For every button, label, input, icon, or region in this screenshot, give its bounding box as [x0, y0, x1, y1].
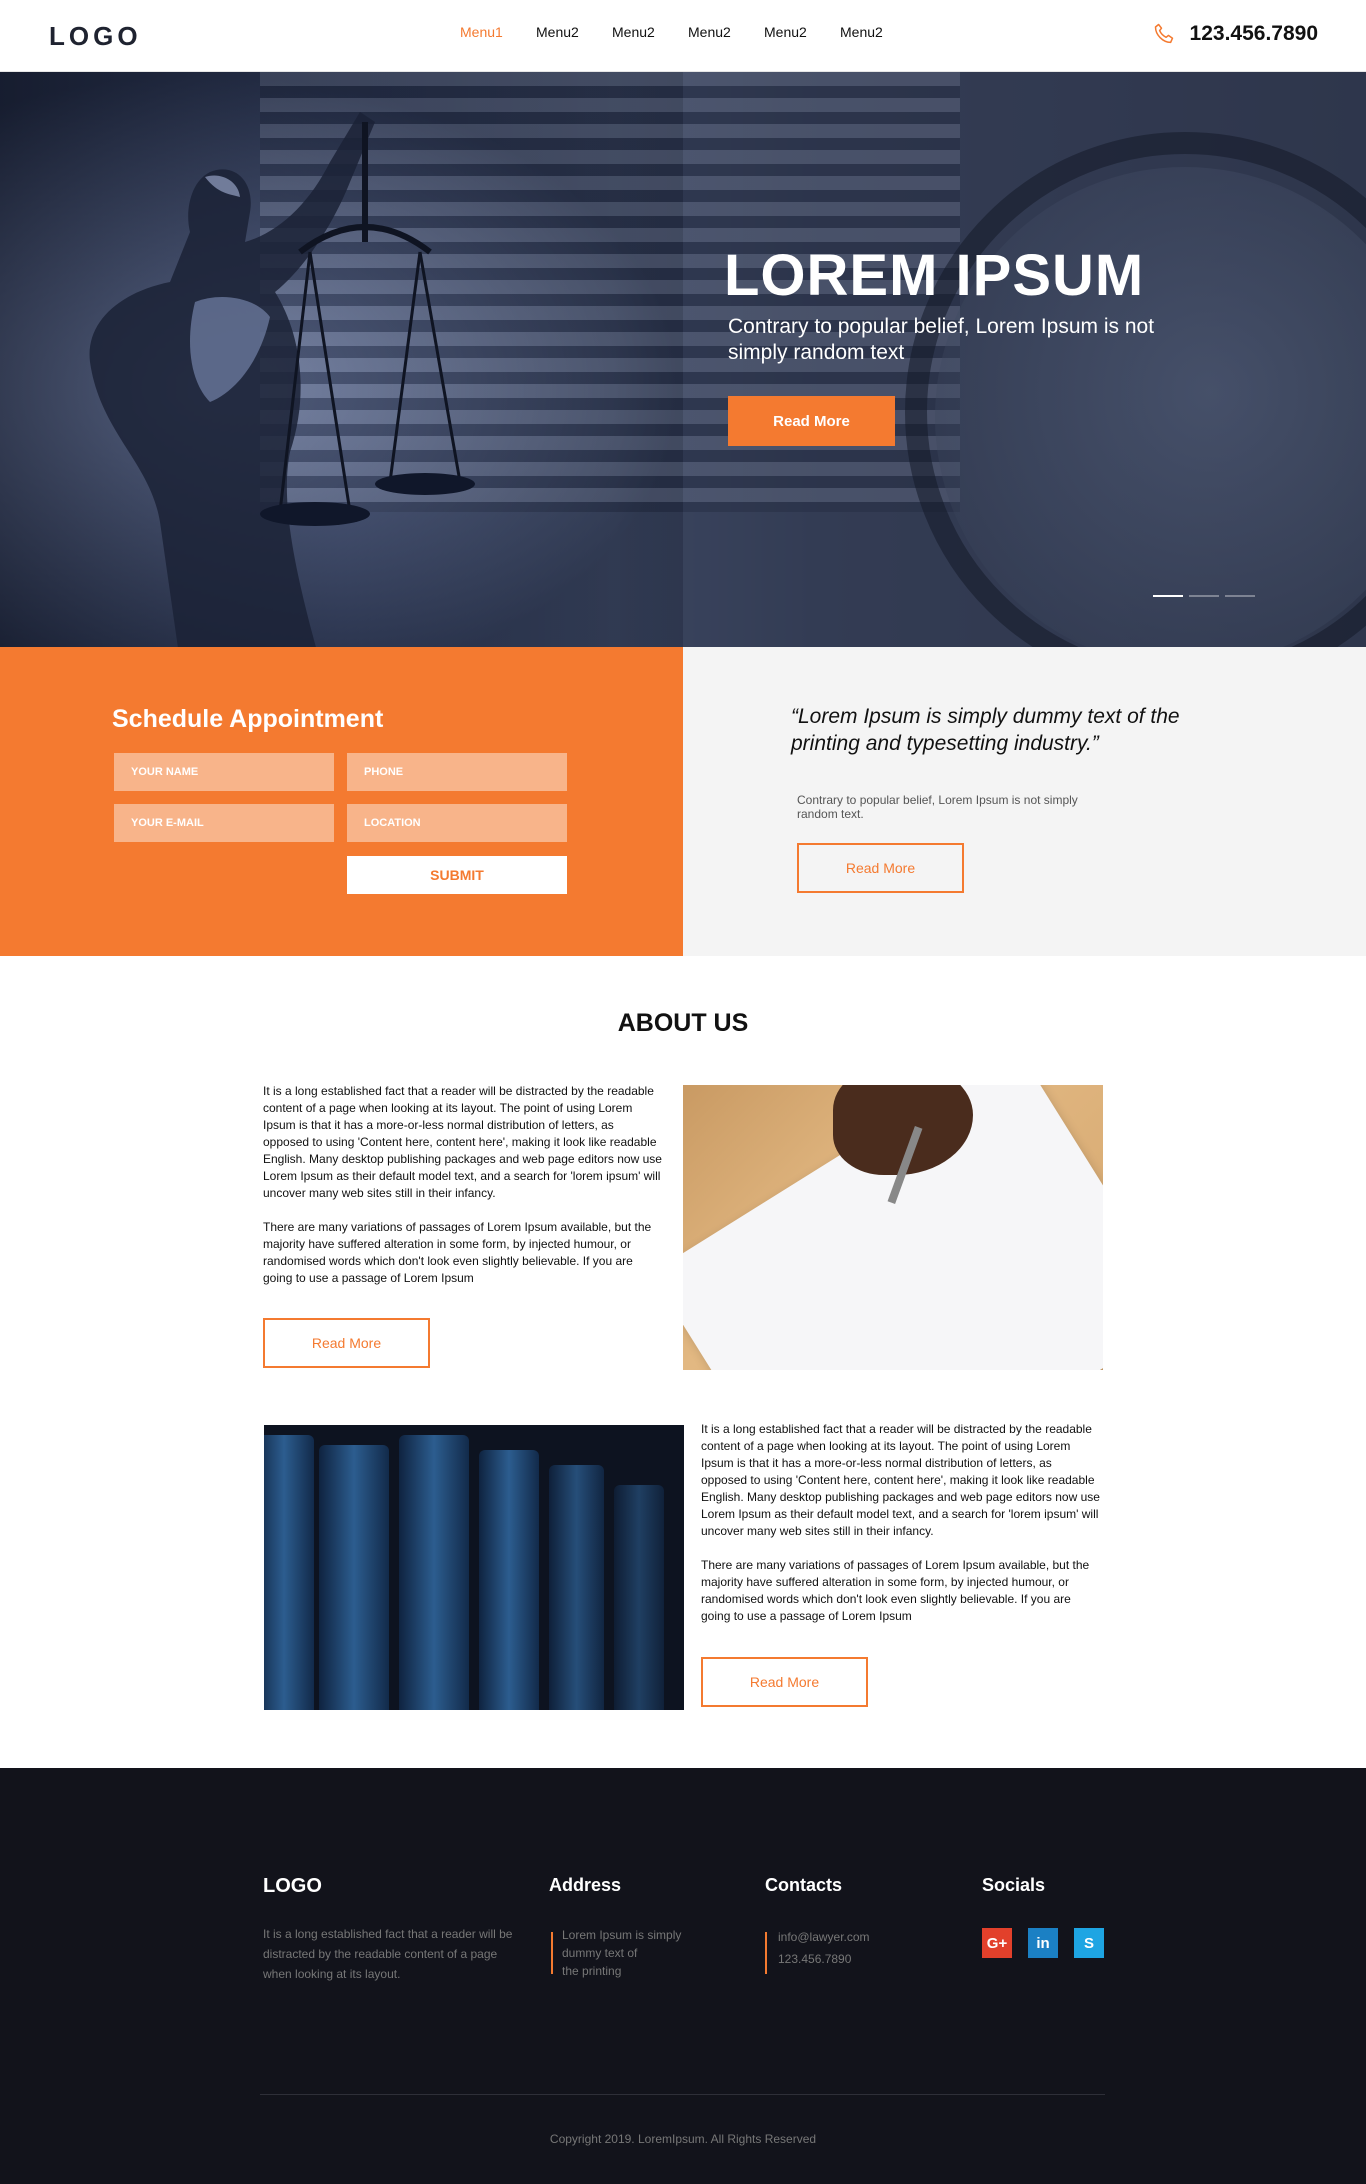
nav-item-menu5[interactable]: Menu2 — [764, 24, 840, 40]
footer-email[interactable]: info@lawyer.com — [778, 1926, 870, 1948]
submit-button[interactable]: SUBMIT — [347, 856, 567, 894]
nav-item-menu1[interactable]: Menu1 — [460, 24, 536, 40]
nav-item-menu6[interactable]: Menu2 — [840, 24, 916, 40]
about-text-1-p2: There are many variations of passages of… — [263, 1220, 652, 1285]
slider-dot-2[interactable] — [1189, 595, 1219, 597]
main-nav: Menu1 Menu2 Menu2 Menu2 Menu2 Menu2 — [460, 24, 916, 40]
google-plus-icon[interactable]: G+ — [982, 1928, 1012, 1958]
header-phone[interactable]: 123.456.7890 — [1152, 22, 1318, 46]
book-spine — [614, 1485, 664, 1710]
hero-read-more-button[interactable]: Read More — [728, 396, 895, 446]
phone-field[interactable] — [347, 753, 567, 791]
footer-socials-title: Socials — [982, 1875, 1046, 1895]
linkedin-icon[interactable]: in — [1028, 1928, 1058, 1958]
about-text-2-p1: It is a long established fact that a rea… — [701, 1422, 1100, 1538]
hero-subtitle: Contrary to popular belief, Lorem Ipsum … — [728, 315, 1155, 364]
book-spine — [479, 1450, 539, 1710]
footer-divider — [260, 2094, 1105, 2095]
book-spine — [264, 1435, 314, 1710]
address-line-1: Lorem Ipsum is simply — [562, 1928, 682, 1942]
hero-slider: LOREM IPSUM Contrary to popular belief, … — [0, 72, 1366, 647]
book-spine — [319, 1445, 389, 1710]
header-phone-number: 123.456.7890 — [1189, 22, 1318, 45]
quote-read-more-button[interactable]: Read More — [797, 843, 964, 893]
quote-subtext: Contrary to popular belief, Lorem Ipsum … — [797, 793, 1078, 821]
footer-contacts-title: Contacts — [765, 1875, 843, 1895]
about-text-1-p1: It is a long established fact that a rea… — [263, 1084, 662, 1200]
nav-item-menu3[interactable]: Menu2 — [612, 24, 688, 40]
about-read-more-button-2[interactable]: Read More — [701, 1657, 868, 1707]
site-header: LOGO Menu1 Menu2 Menu2 Menu2 Menu2 Menu2… — [0, 0, 1366, 72]
slider-dots — [1153, 595, 1261, 597]
nav-item-menu4[interactable]: Menu2 — [688, 24, 764, 40]
email-field[interactable] — [114, 804, 334, 842]
signing-document-image — [683, 1085, 1103, 1370]
address-line-2: dummy text of — [562, 1946, 638, 1960]
appointment-title: Schedule Appointment — [112, 705, 384, 733]
address-line-3: the printing — [562, 1964, 622, 1978]
skype-icon[interactable]: S — [1074, 1928, 1104, 1958]
logo[interactable]: LOGO — [49, 21, 142, 52]
footer-address-title: Address — [549, 1875, 622, 1895]
address-accent-bar — [551, 1932, 553, 1974]
footer-address: Lorem Ipsum is simply dummy text of the … — [562, 1926, 681, 1980]
slider-dot-1[interactable] — [1153, 595, 1183, 597]
hero-title: LOREM IPSUM — [724, 243, 1145, 308]
book-spine — [549, 1465, 604, 1710]
social-links: G+ in S — [982, 1928, 1120, 1958]
nav-item-menu2[interactable]: Menu2 — [536, 24, 612, 40]
name-field[interactable] — [114, 753, 334, 791]
site-footer: LOGO It is a long established fact that … — [0, 1768, 1366, 2184]
about-text-2-p2: There are many variations of passages of… — [701, 1558, 1090, 1623]
footer-logo[interactable]: LOGO — [263, 1875, 322, 1898]
contacts-accent-bar — [765, 1932, 767, 1974]
footer-phone[interactable]: 123.456.7890 — [778, 1948, 870, 1970]
quote-text: “Lorem Ipsum is simply dummy text of the… — [791, 705, 1180, 755]
appointment-form: Schedule Appointment SUBMIT — [0, 647, 683, 956]
about-text-2: It is a long established fact that a rea… — [701, 1421, 1101, 1625]
law-books-image — [264, 1425, 684, 1710]
about-title: ABOUT US — [617, 1009, 749, 1037]
copyright: Copyright 2019. LoremIpsum. All Rights R… — [549, 2132, 817, 2146]
phone-icon — [1154, 23, 1173, 44]
about-read-more-button-1[interactable]: Read More — [263, 1318, 430, 1368]
slider-dot-3[interactable] — [1225, 595, 1255, 597]
book-spine — [399, 1435, 469, 1710]
quote-section: “Lorem Ipsum is simply dummy text of the… — [683, 647, 1366, 956]
footer-contacts: info@lawyer.com 123.456.7890 — [778, 1926, 870, 1970]
lady-justice-statue-image — [89, 112, 475, 647]
about-text-1: It is a long established fact that a rea… — [263, 1083, 663, 1287]
location-field[interactable] — [347, 804, 567, 842]
footer-about-text: It is a long established fact that a rea… — [263, 1927, 513, 1981]
